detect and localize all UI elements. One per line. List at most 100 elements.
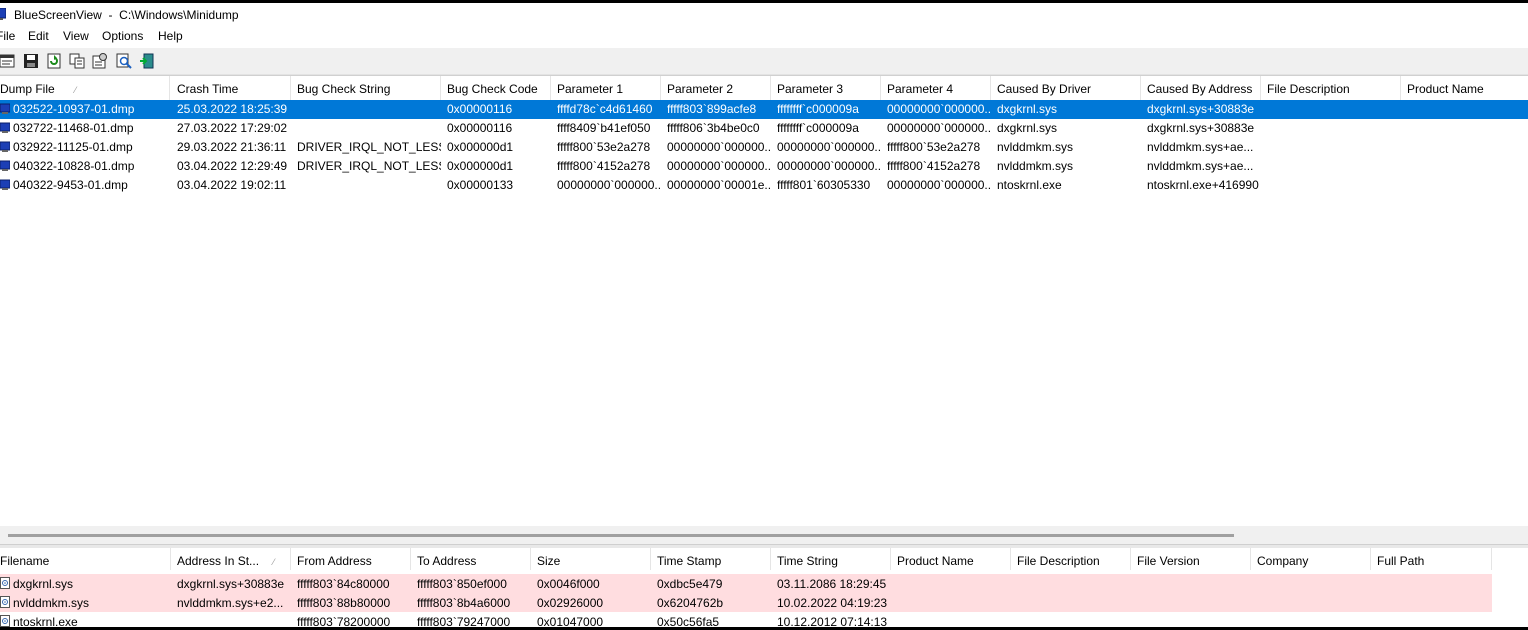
copy-icon[interactable] <box>68 52 86 70</box>
col-caused-by-driver[interactable]: Caused By Driver <box>991 76 1141 100</box>
cell-time-string: 10.02.2022 04:19:23 <box>777 596 888 610</box>
cell-company <box>1251 593 1371 612</box>
col-filename[interactable]: Filename <box>0 548 171 570</box>
cell-address-in-stack <box>171 612 291 627</box>
scrollbar-thumb[interactable] <box>8 534 1234 537</box>
menu-file[interactable]: File <box>0 29 15 43</box>
col-time-stamp[interactable]: Time Stamp <box>651 548 771 570</box>
cell-parameter-4: fffff800`4152a278 <box>887 159 981 173</box>
menu-view[interactable]: View <box>63 29 89 43</box>
crash-dump-list[interactable]: Dump File ⁄ Crash Time Bug Check String B… <box>0 75 1528 527</box>
cell-parameter-3: 00000000`000000... <box>777 159 881 173</box>
col-address-in-stack[interactable]: Address In St... ⁄ <box>171 548 291 570</box>
find-icon[interactable] <box>115 52 133 70</box>
cell-caused-by-address: dxgkrnl.sys+30883e <box>1147 121 1255 135</box>
cell-time-stamp: 0xdbc5e479 <box>657 577 723 591</box>
app-icon <box>0 7 7 20</box>
cell-company <box>1251 612 1371 627</box>
cell-parameter-2: 00000000`000000... <box>667 159 771 173</box>
cell-full-path <box>1371 593 1492 612</box>
refresh-icon[interactable] <box>45 52 63 70</box>
cell-parameter-1: ffff8409`b41ef050 <box>557 121 651 135</box>
col-address-in-stack-label: Address In St... <box>177 554 260 568</box>
col-product-name[interactable]: Product Name <box>1401 76 1528 100</box>
crash-row[interactable]: 032922-11125-01.dmp 29.03.2022 21:36:11 DR… <box>0 138 1528 157</box>
cell-caused-by-driver: ntoskrnl.exe <box>997 178 1062 192</box>
menu-help[interactable]: Help <box>158 29 183 43</box>
sort-indicator-icon: ⁄ <box>74 85 77 95</box>
cell-bug-check-code: 0x00000116 <box>447 102 513 116</box>
cell-product-name <box>1401 176 1528 195</box>
horizontal-scrollbar[interactable] <box>0 526 1528 544</box>
loaded-drivers-list[interactable]: Filename Address In St... ⁄ From Address … <box>0 548 1528 627</box>
col-from-address[interactable]: From Address <box>291 548 411 570</box>
cell-time-stamp: 0x6204762b <box>657 596 724 610</box>
app-window: BlueScreenView - C:\Windows\Minidump Fil… <box>0 3 1528 627</box>
cell-parameter-3: fffff801`60305330 <box>777 178 871 192</box>
cell-address-in-stack: nvlddmkm.sys+e2... <box>177 596 284 610</box>
col-bug-check-string[interactable]: Bug Check String <box>291 76 441 100</box>
crash-row[interactable]: 040322-9453-01.dmp 03.04.2022 19:02:11 0x0… <box>0 176 1528 195</box>
cell-bug-check-string: DRIVER_IRQL_NOT_LESS... <box>297 159 441 173</box>
col-parameter-2[interactable]: Parameter 2 <box>661 76 771 100</box>
cell-from-address: fffff803`88b80000 <box>297 596 391 610</box>
cell-bug-check-string: DRIVER_IRQL_NOT_LESS... <box>297 140 441 154</box>
exit-icon[interactable] <box>138 52 156 70</box>
col-dump-file[interactable]: Dump File ⁄ <box>0 76 170 100</box>
driver-row[interactable]: ntoskrnl.exe fffff803`78200000 fffff803`79… <box>0 612 1492 627</box>
cell-bug-check-code: 0x000000d1 <box>447 140 514 154</box>
col-company[interactable]: Company <box>1251 548 1371 570</box>
col-parameter-1[interactable]: Parameter 1 <box>551 76 661 100</box>
crash-row[interactable]: 032722-11468-01.dmp 27.03.2022 17:29:02 0x… <box>0 119 1528 138</box>
col-bug-check-code[interactable]: Bug Check Code <box>441 76 551 100</box>
cell-file-description <box>1261 157 1401 176</box>
col-dump-file-label: Dump File <box>0 82 55 96</box>
toolbar <box>0 48 1528 75</box>
cell-file-version <box>1131 593 1251 612</box>
save-icon[interactable] <box>22 52 40 70</box>
cell-bug-check-string <box>291 119 441 138</box>
crash-row[interactable]: 032522-10937-01.dmp 25.03.2022 18:25:39 0x… <box>0 100 1528 119</box>
cell-crash-time: 03.04.2022 19:02:11 <box>177 178 287 192</box>
col-parameter-3[interactable]: Parameter 3 <box>771 76 881 100</box>
menu-edit[interactable]: Edit <box>28 29 49 43</box>
col-caused-by-address[interactable]: Caused By Address <box>1141 76 1261 100</box>
title-bar: BlueScreenView - C:\Windows\Minidump <box>0 3 1528 27</box>
cell-file-description <box>1011 574 1131 593</box>
col-parameter-4[interactable]: Parameter 4 <box>881 76 991 100</box>
menu-options[interactable]: Options <box>102 29 143 43</box>
cell-caused-by-driver: dxgkrnl.sys <box>997 102 1058 116</box>
cell-filename: ntoskrnl.exe <box>13 615 78 627</box>
cell-parameter-1: 00000000`000000... <box>557 178 661 192</box>
cell-file-description <box>1261 119 1401 138</box>
driver-row[interactable]: dxgkrnl.sys dxgkrnl.sys+30883e fffff803`84… <box>0 574 1492 593</box>
col-size[interactable]: Size <box>531 548 651 570</box>
cell-crash-time: 29.03.2022 21:36:11 <box>177 140 287 154</box>
cell-parameter-2: 00000000`00001e... <box>667 178 771 192</box>
col-file-description[interactable]: File Description <box>1011 548 1131 570</box>
col-file-description[interactable]: File Description <box>1261 76 1401 100</box>
cell-caused-by-address: nvlddmkm.sys+ae... <box>1147 159 1254 173</box>
col-full-path[interactable]: Full Path <box>1371 548 1492 570</box>
advanced-options-icon[interactable] <box>91 52 109 70</box>
cell-crash-time: 03.04.2022 12:29:49 <box>177 159 288 173</box>
cell-parameter-4: 00000000`000000... <box>887 121 991 135</box>
cell-parameter-1: ffffd78c`c4d61460 <box>557 102 653 116</box>
col-product-name[interactable]: Product Name <box>891 548 1011 570</box>
cell-address-in-stack: dxgkrnl.sys+30883e <box>177 577 285 591</box>
col-file-version[interactable]: File Version <box>1131 548 1251 570</box>
properties-icon[interactable] <box>0 52 16 70</box>
cell-to-address: fffff803`8b4a6000 <box>417 596 511 610</box>
menu-bar: File Edit View Options Help <box>0 27 1528 45</box>
col-crash-time[interactable]: Crash Time <box>171 76 291 100</box>
cell-caused-by-address: nvlddmkm.sys+ae... <box>1147 140 1254 154</box>
cell-from-address: fffff803`78200000 <box>297 615 391 627</box>
cell-filename: dxgkrnl.sys <box>13 577 74 591</box>
col-to-address[interactable]: To Address <box>411 548 531 570</box>
cell-dump-file: 032722-11468-01.dmp <box>13 121 134 135</box>
crash-row[interactable]: 040322-10828-01.dmp 03.04.2022 12:29:49 DR… <box>0 157 1528 176</box>
cell-parameter-2: fffff803`899acfe8 <box>667 102 757 116</box>
col-time-string[interactable]: Time String <box>771 548 891 570</box>
driver-row[interactable]: nvlddmkm.sys nvlddmkm.sys+e2... fffff803`8… <box>0 593 1492 612</box>
cell-filename: nvlddmkm.sys <box>13 596 90 610</box>
